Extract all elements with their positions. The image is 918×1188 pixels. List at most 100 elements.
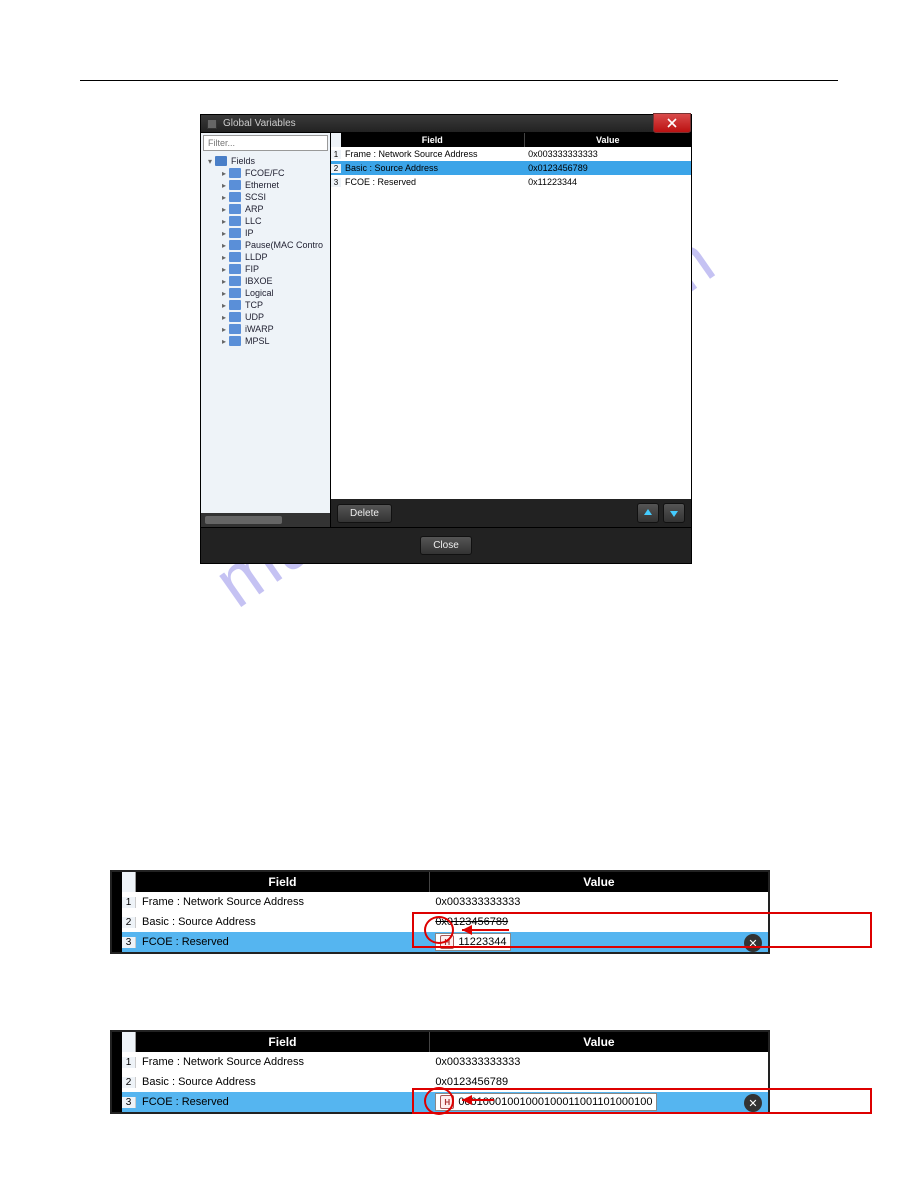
- expand-icon[interactable]: ▸: [219, 241, 229, 250]
- table-header: Field Value: [122, 872, 768, 892]
- window-title: Global Variables: [223, 118, 296, 129]
- delete-button[interactable]: Delete: [337, 504, 392, 523]
- expand-icon[interactable]: ▸: [219, 337, 229, 346]
- collapse-icon[interactable]: ▾: [205, 157, 215, 166]
- value-edit-cell[interactable]: H11223344: [435, 933, 511, 951]
- close-button[interactable]: Close: [420, 536, 472, 555]
- tree-item[interactable]: ▸MPSL: [219, 335, 330, 347]
- field-cell: Basic : Source Address: [136, 916, 429, 928]
- expand-icon[interactable]: ▸: [219, 277, 229, 286]
- value-cell[interactable]: 0x003333333333: [524, 149, 691, 159]
- field-cell: FCOE : Reserved: [341, 177, 524, 187]
- value-edit-cell[interactable]: H00010001001000100011001101000100: [435, 1093, 657, 1111]
- table-row[interactable]: 1Frame : Network Source Address0x0033333…: [331, 147, 691, 161]
- value-cell[interactable]: 0x003333333333: [429, 896, 768, 908]
- folder-icon: [229, 312, 241, 322]
- table-row[interactable]: 2Basic : Source Address0x0123456789: [122, 1072, 768, 1092]
- clear-icon[interactable]: ✕: [744, 934, 762, 952]
- hex-toggle-icon[interactable]: H: [440, 1095, 454, 1109]
- col-field[interactable]: Field: [341, 133, 525, 147]
- folder-icon: [229, 192, 241, 202]
- close-window-button[interactable]: [653, 113, 691, 133]
- filter-input[interactable]: [203, 135, 328, 151]
- folder-icon: [229, 264, 241, 274]
- expand-icon[interactable]: ▸: [219, 301, 229, 310]
- col-value[interactable]: Value: [430, 1032, 768, 1052]
- folder-icon: [229, 336, 241, 346]
- table-row[interactable]: 1Frame : Network Source Address0x0033333…: [122, 892, 768, 912]
- field-cell: Frame : Network Source Address: [136, 1056, 429, 1068]
- expand-icon[interactable]: ▸: [219, 229, 229, 238]
- expand-icon[interactable]: ▸: [219, 217, 229, 226]
- value-cell[interactable]: 0x0123456789: [524, 163, 691, 173]
- expand-icon[interactable]: ▸: [219, 289, 229, 298]
- table-row[interactable]: 3FCOE : Reserved0x11223344: [331, 175, 691, 189]
- expand-icon[interactable]: ▸: [219, 313, 229, 322]
- tree-item[interactable]: ▸IBXOE: [219, 275, 330, 287]
- tree-item[interactable]: ▸ARP: [219, 203, 330, 215]
- folder-icon: [229, 300, 241, 310]
- folder-icon: [229, 180, 241, 190]
- horizontal-scrollbar[interactable]: [201, 513, 330, 527]
- grid-header: Field Value: [331, 133, 691, 147]
- table-binary-edit: Field Value 1Frame : Network Source Addr…: [110, 1030, 770, 1114]
- value-cell[interactable]: H11223344 ✕: [429, 933, 768, 951]
- table-row[interactable]: 1Frame : Network Source Address0x0033333…: [122, 1052, 768, 1072]
- tree-item[interactable]: ▸FCOE/FC: [219, 167, 330, 179]
- tree-item[interactable]: ▸Logical: [219, 287, 330, 299]
- table-row[interactable]: 2Basic : Source Address0x0123456789: [122, 912, 768, 932]
- table-row[interactable]: 3FCOE : ReservedH00010001001000100011001…: [122, 1092, 768, 1112]
- tree-item[interactable]: ▸FIP: [219, 263, 330, 275]
- tree-item[interactable]: ▸Ethernet: [219, 179, 330, 191]
- value-cell[interactable]: 0x0123456789: [429, 916, 768, 928]
- grid-pane: Field Value 1Frame : Network Source Addr…: [331, 133, 691, 527]
- tree-item[interactable]: ▸UDP: [219, 311, 330, 323]
- value-cell[interactable]: 0x11223344: [524, 177, 691, 187]
- table-row[interactable]: 2Basic : Source Address0x0123456789: [331, 161, 691, 175]
- dialog-body: ▾ Fields ▸FCOE/FC▸Ethernet▸SCSI▸ARP▸LLC▸…: [201, 133, 691, 527]
- folder-icon: [229, 276, 241, 286]
- tree-item[interactable]: ▸LLDP: [219, 251, 330, 263]
- hex-toggle-icon[interactable]: H: [440, 935, 454, 949]
- col-field[interactable]: Field: [136, 872, 430, 892]
- clear-icon[interactable]: ✕: [744, 1094, 762, 1112]
- table-row[interactable]: 3FCOE : ReservedH11223344✕: [122, 932, 768, 952]
- global-variables-dialog: Global Variables ▾ Fields ▸FCOE/FC▸Ether…: [200, 114, 692, 564]
- page-rule: [80, 80, 838, 81]
- tree-item[interactable]: ▸Pause(MAC Contro: [219, 239, 330, 251]
- value-cell[interactable]: 0x0123456789: [429, 1076, 768, 1088]
- expand-icon[interactable]: ▸: [219, 181, 229, 190]
- tree-item[interactable]: ▸TCP: [219, 299, 330, 311]
- value-cell[interactable]: 0x003333333333: [429, 1056, 768, 1068]
- move-down-button[interactable]: [663, 503, 685, 523]
- expand-icon[interactable]: ▸: [219, 169, 229, 178]
- folder-icon: [229, 252, 241, 262]
- value-cell[interactable]: H00010001001000100011001101000100 ✕: [429, 1093, 768, 1111]
- move-up-button[interactable]: [637, 503, 659, 523]
- fields-tree[interactable]: ▾ Fields ▸FCOE/FC▸Ethernet▸SCSI▸ARP▸LLC▸…: [201, 153, 330, 513]
- window-icon: [207, 119, 217, 129]
- expand-icon[interactable]: ▸: [219, 325, 229, 334]
- folder-icon: [229, 204, 241, 214]
- expand-icon[interactable]: ▸: [219, 205, 229, 214]
- folder-icon: [229, 228, 241, 238]
- folder-icon: [229, 168, 241, 178]
- col-value[interactable]: Value: [430, 872, 768, 892]
- col-value[interactable]: Value: [525, 133, 691, 147]
- expand-icon[interactable]: ▸: [219, 253, 229, 262]
- titlebar[interactable]: Global Variables: [201, 115, 691, 133]
- table-header: Field Value: [122, 1032, 768, 1052]
- field-cell: Frame : Network Source Address: [136, 896, 429, 908]
- tree-item[interactable]: ▸iWARP: [219, 323, 330, 335]
- col-field[interactable]: Field: [136, 1032, 430, 1052]
- tree-item[interactable]: ▸LLC: [219, 215, 330, 227]
- expand-icon[interactable]: ▸: [219, 193, 229, 202]
- tree-item[interactable]: ▸IP: [219, 227, 330, 239]
- field-cell: Basic : Source Address: [136, 1076, 429, 1088]
- tree-root-fields[interactable]: ▾ Fields: [205, 155, 330, 167]
- table-hex-edit: Field Value 1Frame : Network Source Addr…: [110, 870, 770, 954]
- expand-icon[interactable]: ▸: [219, 265, 229, 274]
- tree-item[interactable]: ▸SCSI: [219, 191, 330, 203]
- field-cell: FCOE : Reserved: [136, 936, 429, 948]
- folder-icon: [215, 156, 227, 166]
